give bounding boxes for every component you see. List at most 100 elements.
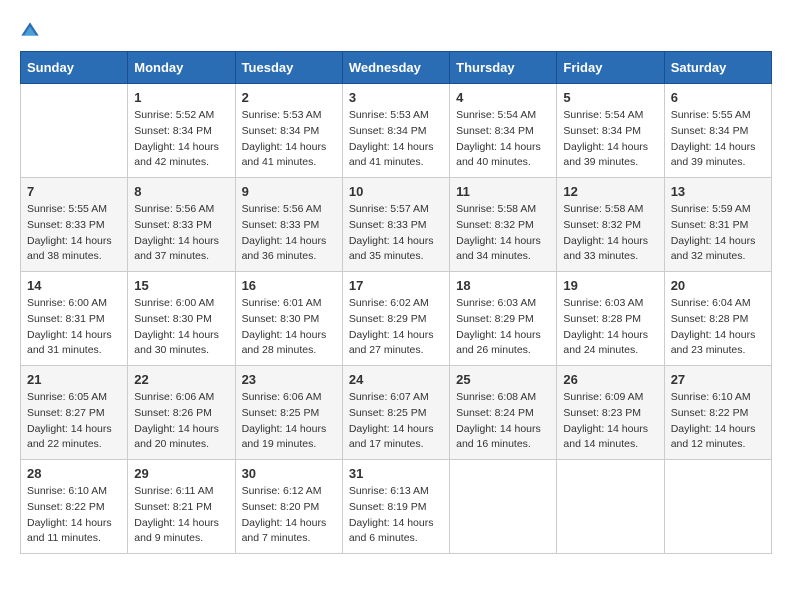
day-info: Sunrise: 6:09 AMSunset: 8:23 PMDaylight:… (563, 390, 657, 453)
day-number: 23 (242, 372, 336, 387)
day-info: Sunrise: 5:54 AMSunset: 8:34 PMDaylight:… (456, 108, 550, 171)
calendar-cell: 12 Sunrise: 5:58 AMSunset: 8:32 PMDayligh… (557, 178, 664, 272)
day-info: Sunrise: 6:10 AMSunset: 8:22 PMDaylight:… (27, 484, 121, 547)
day-number: 10 (349, 184, 443, 199)
day-info: Sunrise: 6:08 AMSunset: 8:24 PMDaylight:… (456, 390, 550, 453)
weekday-header-sunday: Sunday (21, 52, 128, 84)
day-number: 19 (563, 278, 657, 293)
day-number: 16 (242, 278, 336, 293)
calendar-cell: 22Sunrise: 6:06 AMSunset: 8:26 PMDayligh… (128, 366, 235, 460)
day-info: Sunrise: 5:55 AMSunset: 8:34 PMDaylight:… (671, 108, 765, 171)
day-info: Sunrise: 6:05 AMSunset: 8:27 PMDaylight:… (27, 390, 121, 453)
day-number: 24 (349, 372, 443, 387)
day-number: 26 (563, 372, 657, 387)
day-number: 20 (671, 278, 765, 293)
calendar-cell: 20 Sunrise: 6:04 AMSunset: 8:28 PMDayligh… (664, 272, 771, 366)
weekday-header-saturday: Saturday (664, 52, 771, 84)
day-info: Sunrise: 6:00 AMSunset: 8:30 PMDaylight:… (134, 296, 228, 359)
day-info: Sunrise: 5:58 AMSunset: 8:32 PMDaylight:… (456, 202, 550, 265)
day-info: Sunrise: 6:07 AMSunset: 8:25 PMDaylight:… (349, 390, 443, 453)
day-info: Sunrise: 6:02 AMSunset: 8:29 PMDaylight:… (349, 296, 443, 359)
day-info: Sunrise: 5:56 AMSunset: 8:33 PMDaylight:… (242, 202, 336, 265)
day-info: Sunrise: 6:03 AMSunset: 8:28 PMDaylight:… (563, 296, 657, 359)
calendar-cell: 10 Sunrise: 5:57 AMSunset: 8:33 PMDayligh… (342, 178, 449, 272)
calendar-cell: 8 Sunrise: 5:56 AMSunset: 8:33 PMDaylight… (128, 178, 235, 272)
calendar-cell: 14Sunrise: 6:00 AMSunset: 8:31 PMDayligh… (21, 272, 128, 366)
calendar-cell: 1 Sunrise: 5:52 AMSunset: 8:34 PMDaylight… (128, 84, 235, 178)
day-number: 14 (27, 278, 121, 293)
day-info: Sunrise: 6:03 AMSunset: 8:29 PMDaylight:… (456, 296, 550, 359)
calendar-week-2: 7Sunrise: 5:55 AMSunset: 8:33 PMDaylight… (21, 178, 772, 272)
calendar-cell: 19 Sunrise: 6:03 AMSunset: 8:28 PMDayligh… (557, 272, 664, 366)
day-info: Sunrise: 6:11 AMSunset: 8:21 PMDaylight:… (134, 484, 228, 547)
weekday-header-row: SundayMondayTuesdayWednesdayThursdayFrid… (21, 52, 772, 84)
calendar-cell: 26 Sunrise: 6:09 AMSunset: 8:23 PMDayligh… (557, 366, 664, 460)
weekday-header-wednesday: Wednesday (342, 52, 449, 84)
calendar-cell (450, 460, 557, 554)
day-number: 18 (456, 278, 550, 293)
day-info: Sunrise: 5:57 AMSunset: 8:33 PMDaylight:… (349, 202, 443, 265)
day-info: Sunrise: 6:13 AMSunset: 8:19 PMDaylight:… (349, 484, 443, 547)
day-number: 28 (27, 466, 121, 481)
calendar-body: 1 Sunrise: 5:52 AMSunset: 8:34 PMDaylight… (21, 84, 772, 554)
calendar-cell: 6 Sunrise: 5:55 AMSunset: 8:34 PMDaylight… (664, 84, 771, 178)
calendar-cell: 15 Sunrise: 6:00 AMSunset: 8:30 PMDayligh… (128, 272, 235, 366)
day-info: Sunrise: 6:04 AMSunset: 8:28 PMDaylight:… (671, 296, 765, 359)
weekday-header-tuesday: Tuesday (235, 52, 342, 84)
weekday-header-thursday: Thursday (450, 52, 557, 84)
calendar-cell: 23 Sunrise: 6:06 AMSunset: 8:25 PMDayligh… (235, 366, 342, 460)
calendar-cell: 2Sunrise: 5:53 AMSunset: 8:34 PMDaylight… (235, 84, 342, 178)
calendar-cell: 24 Sunrise: 6:07 AMSunset: 8:25 PMDayligh… (342, 366, 449, 460)
calendar-cell: 29 Sunrise: 6:11 AMSunset: 8:21 PMDayligh… (128, 460, 235, 554)
day-number: 1 (134, 90, 228, 105)
day-number: 29 (134, 466, 228, 481)
calendar-cell: 11 Sunrise: 5:58 AMSunset: 8:32 PMDayligh… (450, 178, 557, 272)
calendar-cell (21, 84, 128, 178)
day-info: Sunrise: 6:12 AMSunset: 8:20 PMDaylight:… (242, 484, 336, 547)
calendar-cell: 9 Sunrise: 5:56 AMSunset: 8:33 PMDaylight… (235, 178, 342, 272)
day-number: 25 (456, 372, 550, 387)
day-number: 8 (134, 184, 228, 199)
day-number: 21 (27, 372, 121, 387)
calendar-cell (557, 460, 664, 554)
calendar-cell: 21 Sunrise: 6:05 AMSunset: 8:27 PMDayligh… (21, 366, 128, 460)
day-number: 30 (242, 466, 336, 481)
header (20, 20, 772, 41)
logo (20, 20, 44, 41)
day-info: Sunrise: 5:59 AMSunset: 8:31 PMDaylight:… (671, 202, 765, 265)
day-info: Sunrise: 5:52 AMSunset: 8:34 PMDaylight:… (134, 108, 228, 171)
calendar-cell: 30 Sunrise: 6:12 AMSunset: 8:20 PMDayligh… (235, 460, 342, 554)
day-number: 13 (671, 184, 765, 199)
day-info: Sunrise: 6:06 AMSunset: 8:25 PMDaylight:… (242, 390, 336, 453)
calendar-cell: 28 Sunrise: 6:10 AMSunset: 8:22 PMDayligh… (21, 460, 128, 554)
day-info: Sunrise: 6:01 AMSunset: 8:30 PMDaylight:… (242, 296, 336, 359)
day-number: 5 (563, 90, 657, 105)
day-info: Sunrise: 6:10 AMSunset: 8:22 PMDaylight:… (671, 390, 765, 453)
calendar-week-3: 14Sunrise: 6:00 AMSunset: 8:31 PMDayligh… (21, 272, 772, 366)
day-number: 11 (456, 184, 550, 199)
calendar-cell: 31 Sunrise: 6:13 AMSunset: 8:19 PMDayligh… (342, 460, 449, 554)
calendar-week-4: 21 Sunrise: 6:05 AMSunset: 8:27 PMDayligh… (21, 366, 772, 460)
day-number: 12 (563, 184, 657, 199)
day-number: 31 (349, 466, 443, 481)
day-info: Sunrise: 5:54 AMSunset: 8:34 PMDaylight:… (563, 108, 657, 171)
calendar-week-5: 28 Sunrise: 6:10 AMSunset: 8:22 PMDayligh… (21, 460, 772, 554)
calendar-cell: 16 Sunrise: 6:01 AMSunset: 8:30 PMDayligh… (235, 272, 342, 366)
calendar-cell: 25 Sunrise: 6:08 AMSunset: 8:24 PMDayligh… (450, 366, 557, 460)
calendar-cell: 7Sunrise: 5:55 AMSunset: 8:33 PMDaylight… (21, 178, 128, 272)
calendar-cell (664, 460, 771, 554)
day-number: 9 (242, 184, 336, 199)
day-number: 27 (671, 372, 765, 387)
day-number: 3 (349, 90, 443, 105)
calendar-week-1: 1 Sunrise: 5:52 AMSunset: 8:34 PMDaylight… (21, 84, 772, 178)
day-info: Sunrise: 5:56 AMSunset: 8:33 PMDaylight:… (134, 202, 228, 265)
day-info: Sunrise: 5:53 AMSunset: 8:34 PMDaylight:… (349, 108, 443, 171)
calendar-cell: 3 Sunrise: 5:53 AMSunset: 8:34 PMDaylight… (342, 84, 449, 178)
weekday-header-monday: Monday (128, 52, 235, 84)
day-info: Sunrise: 6:06 AMSunset: 8:26 PMDaylight:… (134, 390, 228, 453)
calendar-cell: 18 Sunrise: 6:03 AMSunset: 8:29 PMDayligh… (450, 272, 557, 366)
day-number: 15 (134, 278, 228, 293)
day-number: 6 (671, 90, 765, 105)
day-info: Sunrise: 5:58 AMSunset: 8:32 PMDaylight:… (563, 202, 657, 265)
day-info: Sunrise: 5:55 AMSunset: 8:33 PMDaylight:… (27, 202, 121, 265)
